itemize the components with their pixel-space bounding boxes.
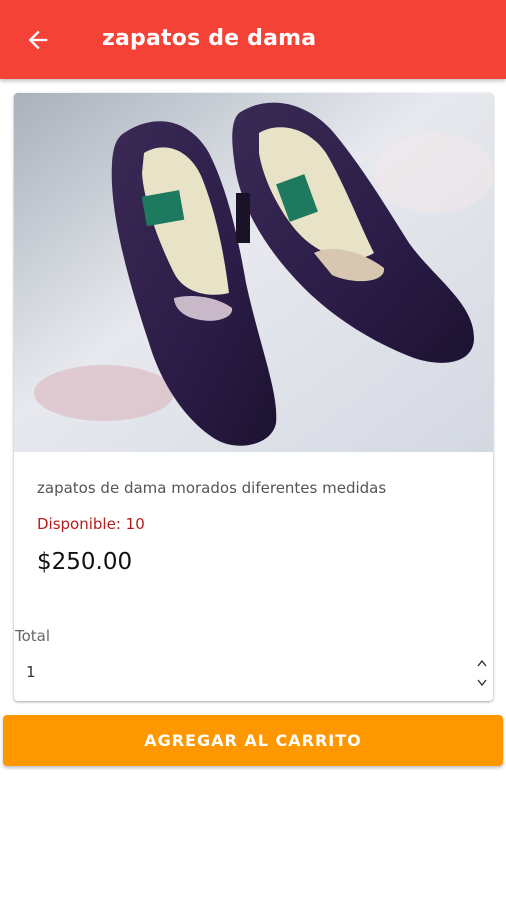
stepper-control[interactable] xyxy=(475,659,489,687)
product-photo xyxy=(14,93,493,452)
chevron-down-icon[interactable] xyxy=(477,679,487,687)
page-title: zapatos de dama xyxy=(102,26,317,51)
product-price: $250.00 xyxy=(37,549,133,575)
product-card: zapatos de dama morados diferentes medid… xyxy=(14,93,493,701)
add-to-cart-button[interactable]: AGREGAR AL CARRITO xyxy=(3,715,503,766)
chevron-up-icon[interactable] xyxy=(477,659,487,667)
availability-text: Disponible: 10 xyxy=(37,515,145,533)
app-bar: zapatos de dama xyxy=(0,0,506,79)
product-description: zapatos de dama morados diferentes medid… xyxy=(37,479,387,497)
quantity-value[interactable]: 1 xyxy=(26,663,36,681)
quantity-label: Total xyxy=(15,627,51,645)
back-button[interactable] xyxy=(22,24,54,56)
arrow-back-icon xyxy=(28,30,48,50)
quantity-stepper[interactable]: 1 xyxy=(14,653,493,693)
shoe-photo-illustration xyxy=(14,93,493,452)
